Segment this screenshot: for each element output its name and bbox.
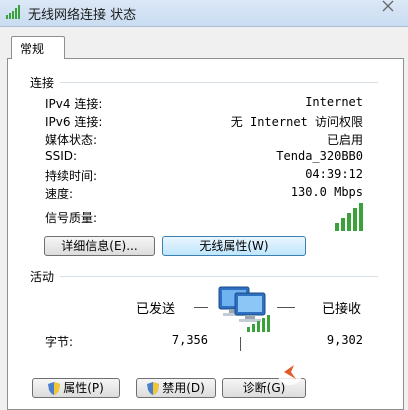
- signal-bar: [353, 208, 357, 231]
- sent-label: 已发送: [136, 302, 176, 317]
- connection-divider: [60, 82, 378, 83]
- activity-divider: [60, 276, 378, 277]
- tab-general-label: 常规: [20, 42, 45, 56]
- window-title: 无线网络连接 状态: [28, 8, 137, 23]
- connection-section-label: 连接: [30, 76, 55, 90]
- sent-dash: [194, 307, 208, 308]
- ipv6-label: IPv6 连接:: [45, 115, 103, 129]
- signal-bar: [359, 203, 363, 231]
- activity-separator: [240, 337, 241, 351]
- wireless-properties-button[interactable]: 无线属性(W): [162, 236, 306, 256]
- close-button[interactable]: [382, 0, 394, 12]
- ssid-value: Tenda_320BB0: [276, 149, 363, 163]
- media-state-value: 已启用: [326, 133, 363, 147]
- received-dash: [277, 307, 295, 308]
- received-label: 已接收: [322, 302, 362, 317]
- details-button[interactable]: 详细信息(E)...: [44, 236, 155, 256]
- close-icon: [382, 0, 394, 12]
- signal-strength-icon: [335, 203, 363, 231]
- media-state-label: 媒体状态:: [45, 133, 98, 147]
- ipv4-value: Internet: [305, 95, 363, 109]
- speed-value: 130.0 Mbps: [290, 185, 363, 199]
- signal-bar: [341, 218, 345, 231]
- network-computer-icon: [218, 286, 270, 332]
- ipv4-label: IPv4 连接:: [45, 97, 103, 111]
- activity-section-label: 活动: [30, 270, 55, 284]
- speed-label: 速度:: [45, 187, 74, 201]
- duration-label: 持续时间:: [45, 169, 98, 183]
- watermark: 创新互联: [272, 352, 408, 392]
- ipv6-value: 无 Internet 访问权限: [230, 115, 363, 129]
- watermark-text: 创新互联: [310, 361, 370, 377]
- ssid-label: SSID:: [45, 149, 78, 163]
- bytes-received-value: 9,302: [326, 333, 363, 347]
- properties-button[interactable]: 属性(P): [32, 378, 120, 398]
- properties-button-label: 属性(P): [63, 381, 104, 395]
- disable-button-label: 禁用(D): [162, 381, 205, 395]
- bytes-label: 字节:: [45, 335, 74, 349]
- signal-bar: [347, 213, 351, 231]
- title-bar: 无线网络连接 状态: [0, 0, 408, 27]
- signal-quality-label: 信号质量:: [45, 211, 98, 225]
- tab-general[interactable]: 常规: [11, 36, 65, 59]
- disable-button[interactable]: 禁用(D): [136, 378, 216, 398]
- bytes-sent-value: 7,356: [171, 333, 208, 347]
- duration-value: 04:39:12: [305, 167, 363, 181]
- shield-icon: [147, 382, 160, 395]
- signal-bar: [335, 223, 339, 231]
- shield-icon: [48, 382, 61, 395]
- wireless-signal-icon: [6, 5, 20, 19]
